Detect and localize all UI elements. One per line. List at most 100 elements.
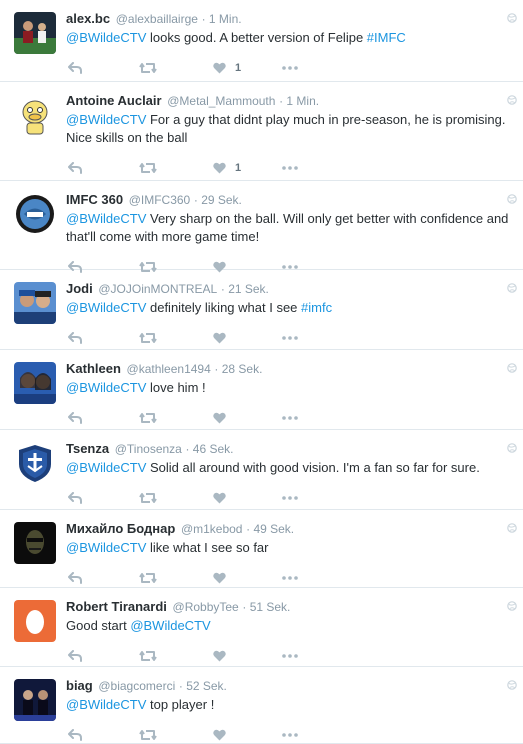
mention-link[interactable]: @BWildeCTV — [66, 380, 146, 395]
avatar[interactable] — [14, 600, 56, 642]
avatar[interactable] — [14, 12, 56, 54]
tweet-timestamp[interactable]: · 28 Sek. — [214, 362, 262, 376]
retweet-icon — [139, 412, 157, 424]
tweet-fullname[interactable]: Jodi — [66, 281, 93, 296]
mention-link[interactable]: @BWildeCTV — [66, 112, 146, 127]
reply-button[interactable] — [68, 726, 82, 744]
like-button[interactable] — [213, 647, 235, 665]
tweet-username[interactable]: @kathleen1494 — [127, 362, 211, 376]
tweet-header: Jodi @JOJOinMONTREAL · 21 Sek. — [66, 280, 509, 298]
tweet-username[interactable]: @RobbyTee — [173, 600, 239, 614]
retweet-button[interactable] — [139, 159, 157, 177]
tweet-timestamp[interactable]: · 1 Min. — [279, 94, 319, 108]
more-button[interactable] — [282, 726, 298, 744]
avatar[interactable] — [14, 679, 56, 721]
tweet-body: Good start — [66, 618, 131, 633]
tweet-timestamp[interactable]: · 29 Sek. — [194, 193, 242, 207]
avatar[interactable] — [14, 442, 56, 484]
tweet-fullname[interactable]: Михайло Боднар — [66, 521, 175, 536]
like-button[interactable] — [213, 489, 235, 507]
tweet-username[interactable]: @Tinosenza — [115, 442, 182, 456]
retweet-button[interactable] — [139, 329, 157, 347]
reply-button[interactable] — [68, 409, 82, 427]
mention-link[interactable]: @BWildeCTV — [66, 697, 146, 712]
tweet-username[interactable]: @JOJOinMONTREAL — [98, 282, 217, 296]
avatar[interactable] — [14, 94, 56, 136]
mention-link[interactable]: @BWildeCTV — [66, 30, 146, 45]
tweet-body: top player ! — [146, 697, 215, 712]
more-button[interactable] — [282, 409, 298, 427]
retweet-button[interactable] — [139, 409, 157, 427]
tweet-fullname[interactable]: Tsenza — [66, 441, 109, 456]
more-button[interactable] — [282, 159, 298, 177]
reply-button[interactable] — [68, 569, 82, 587]
tweet-fullname[interactable]: Kathleen — [66, 361, 121, 376]
tweet-fullname[interactable]: Antoine Auclair — [66, 93, 162, 108]
tweet-username[interactable]: @Metal_Mammouth — [167, 94, 275, 108]
reply-button[interactable] — [68, 159, 82, 177]
reply-button[interactable] — [68, 647, 82, 665]
soccer-player-avatar — [14, 12, 56, 54]
like-button[interactable] — [213, 726, 235, 744]
globe-icon — [507, 677, 517, 695]
avatar[interactable] — [14, 362, 56, 404]
tweet[interactable]: Михайло Боднар @m1kebod · 49 Sek. @BWild… — [0, 510, 523, 588]
tweet-username[interactable]: @IMFC360 — [129, 193, 191, 207]
hashtag-link[interactable]: #imfc — [301, 300, 332, 315]
avatar[interactable] — [14, 282, 56, 324]
mention-link[interactable]: @BWildeCTV — [66, 460, 146, 475]
like-button[interactable] — [213, 569, 235, 587]
retweet-button[interactable] — [139, 647, 157, 665]
tweet-fullname[interactable]: alex.bc — [66, 11, 110, 26]
mention-link[interactable]: @BWildeCTV — [66, 540, 146, 555]
tweet-username[interactable]: @m1kebod — [181, 522, 243, 536]
mention-link[interactable]: @BWildeCTV — [66, 211, 146, 226]
mention-link[interactable]: @BWildeCTV — [130, 618, 210, 633]
tweet-timestamp[interactable]: · 46 Sek. — [185, 442, 233, 456]
heart-icon — [213, 62, 226, 74]
tweet[interactable]: Robert Tiranardi @RobbyTee · 51 Sek. Goo… — [0, 588, 523, 667]
tweet[interactable]: Antoine Auclair @Metal_Mammouth · 1 Min.… — [0, 82, 523, 181]
like-button[interactable] — [213, 409, 235, 427]
reply-button[interactable] — [68, 489, 82, 507]
tweet-actions — [66, 329, 509, 347]
more-button[interactable] — [282, 59, 298, 77]
like-button[interactable]: 1 — [213, 159, 241, 177]
more-button[interactable] — [282, 569, 298, 587]
tweet-text: @BWildeCTV love him ! — [66, 379, 509, 397]
reply-button[interactable] — [68, 329, 82, 347]
more-button[interactable] — [282, 489, 298, 507]
avatar[interactable] — [14, 522, 56, 564]
retweet-icon — [139, 729, 157, 741]
retweet-button[interactable] — [139, 569, 157, 587]
tweet-timestamp[interactable]: · 49 Sek. — [246, 522, 294, 536]
tweet-timestamp[interactable]: · 1 Min. — [202, 12, 242, 26]
tweet[interactable]: Tsenza @Tinosenza · 46 Sek. @BWildeCTV S… — [0, 430, 523, 510]
reply-button[interactable] — [68, 59, 82, 77]
mention-link[interactable]: @BWildeCTV — [66, 300, 146, 315]
more-button[interactable] — [282, 647, 298, 665]
avatar[interactable] — [14, 193, 56, 235]
like-button[interactable]: 1 — [213, 59, 241, 77]
tweet[interactable]: Kathleen @kathleen1494 · 28 Sek. @BWilde… — [0, 350, 523, 430]
tweet-fullname[interactable]: biag — [66, 678, 93, 693]
tweet-username[interactable]: @biagcomerci — [98, 679, 175, 693]
tweet-fullname[interactable]: IMFC 360 — [66, 192, 123, 207]
tweet[interactable]: IMFC 360 @IMFC360 · 29 Sek. @BWildeCTV V… — [0, 181, 523, 273]
like-button[interactable] — [213, 329, 235, 347]
tweet[interactable]: Jodi @JOJOinMONTREAL · 21 Sek. @BWildeCT… — [0, 270, 523, 350]
tweet-timestamp[interactable]: · 21 Sek. — [221, 282, 269, 296]
tweet-username[interactable]: @alexbaillairge — [116, 12, 198, 26]
retweet-button[interactable] — [139, 726, 157, 744]
tweet-fullname[interactable]: Robert Tiranardi — [66, 599, 167, 614]
hashtag-link[interactable]: #IMFC — [367, 30, 406, 45]
retweet-button[interactable] — [139, 489, 157, 507]
tweet-timestamp[interactable]: · 52 Sek. — [179, 679, 227, 693]
retweet-button[interactable] — [139, 59, 157, 77]
heart-icon — [213, 162, 226, 174]
tweet-header: Robert Tiranardi @RobbyTee · 51 Sek. — [66, 598, 509, 616]
tweet[interactable]: biag @biagcomerci · 52 Sek. @BWildeCTV t… — [0, 667, 523, 744]
tweet[interactable]: alex.bc @alexbaillairge · 1 Min. @BWilde… — [0, 0, 523, 82]
more-button[interactable] — [282, 329, 298, 347]
tweet-timestamp[interactable]: · 51 Sek. — [242, 600, 290, 614]
